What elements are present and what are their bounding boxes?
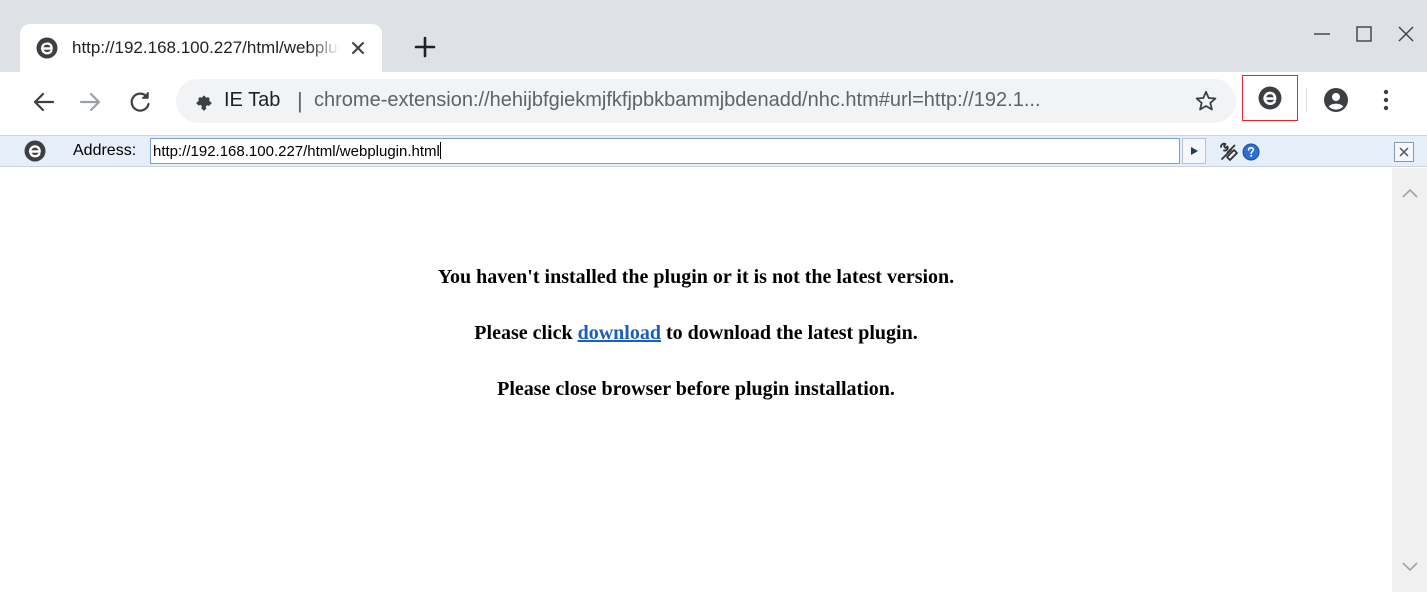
address-label: Address: bbox=[73, 142, 137, 159]
close-icon[interactable] bbox=[348, 38, 368, 58]
vertical-scrollbar[interactable] bbox=[1392, 168, 1427, 592]
profile-icon[interactable] bbox=[1323, 87, 1349, 113]
maximize-icon[interactable] bbox=[1344, 14, 1384, 54]
page-content: You haven't installed the plugin or it i… bbox=[0, 168, 1392, 592]
plugin-missing-message: You haven't installed the plugin or it i… bbox=[437, 266, 955, 288]
tab-title: http://192.168.100.227/html/webplugin.ht… bbox=[72, 38, 340, 57]
chevron-down-icon[interactable] bbox=[1400, 560, 1420, 574]
ie-tab-icon bbox=[36, 37, 58, 59]
omnibox[interactable]: IE Tab | chrome-extension://hehijbfgiekm… bbox=[176, 79, 1236, 123]
reload-icon[interactable] bbox=[126, 88, 154, 116]
download-instruction: Please click download to download the la… bbox=[0, 322, 1392, 345]
download-text-after: to download the latest plugin. bbox=[660, 322, 918, 344]
browser-toolbar: IE Tab | chrome-extension://hehijbfgiekm… bbox=[0, 72, 1427, 128]
chevron-up-icon[interactable] bbox=[1400, 186, 1420, 200]
ie-tab-extension-button[interactable] bbox=[1242, 75, 1298, 121]
download-text-before: Please click bbox=[474, 322, 578, 344]
star-icon[interactable] bbox=[1194, 89, 1218, 113]
close-icon bbox=[1399, 147, 1409, 157]
go-button[interactable] bbox=[1182, 138, 1206, 164]
close-bar-button[interactable] bbox=[1394, 142, 1414, 162]
ie-tab-icon bbox=[24, 140, 46, 162]
text-caret bbox=[439, 142, 441, 159]
tab-strip: http://192.168.100.227/html/webplugin.ht… bbox=[0, 0, 1427, 72]
tools-icon[interactable] bbox=[1218, 141, 1240, 163]
forward-arrow-icon[interactable] bbox=[76, 88, 104, 116]
minimize-icon[interactable] bbox=[1302, 14, 1342, 54]
toolbar-divider bbox=[1306, 88, 1307, 112]
back-arrow-icon[interactable] bbox=[30, 88, 58, 116]
address-value: http://192.168.100.227/html/webplugin.ht… bbox=[153, 143, 440, 160]
close-browser-message: Please close browser before plugin insta… bbox=[497, 378, 895, 400]
address-input[interactable]: http://192.168.100.227/html/webplugin.ht… bbox=[150, 138, 1180, 164]
ie-tab-icon bbox=[1258, 86, 1282, 110]
chip-divider: | bbox=[297, 88, 303, 113]
download-link[interactable]: download bbox=[578, 322, 661, 344]
close-icon[interactable] bbox=[1386, 14, 1426, 54]
help-icon[interactable] bbox=[1242, 143, 1260, 161]
plus-icon[interactable] bbox=[412, 34, 438, 60]
browser-tab[interactable]: http://192.168.100.227/html/webplugin.ht… bbox=[20, 24, 382, 72]
extension-chip-label: IE Tab bbox=[224, 89, 281, 111]
more-vert-icon[interactable] bbox=[1376, 87, 1396, 113]
ie-tab-address-bar: Address: http://192.168.100.227/html/web… bbox=[0, 135, 1427, 167]
play-icon bbox=[1191, 147, 1198, 155]
puzzle-icon bbox=[196, 95, 212, 111]
url-text[interactable]: chrome-extension://hehijbfgiekmjfkfjpbkb… bbox=[314, 89, 1176, 112]
